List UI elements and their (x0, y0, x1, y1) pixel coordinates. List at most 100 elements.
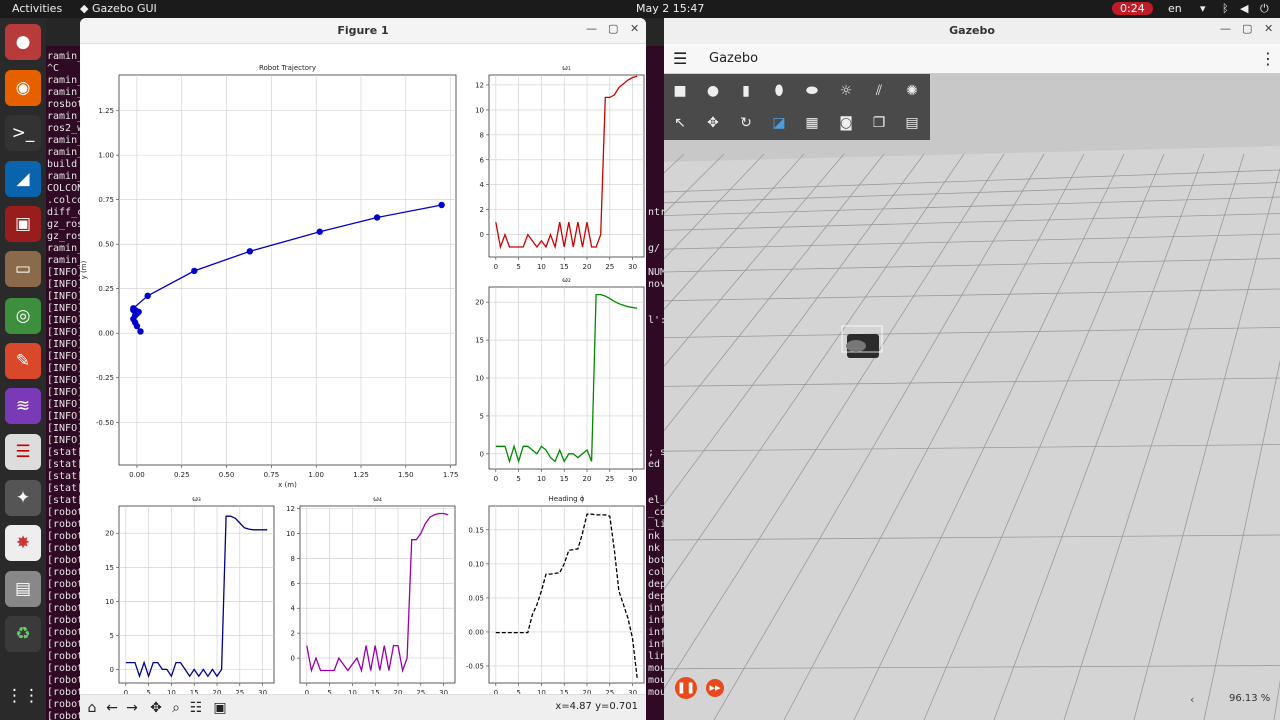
terminal-line: [INFO] (47, 375, 84, 386)
save-icon[interactable]: ▣ (210, 698, 230, 718)
capsule-icon[interactable]: ⬮ (768, 80, 790, 102)
box-icon[interactable]: ■ (669, 80, 691, 102)
terminal-line: bot (648, 555, 664, 566)
rotate-icon[interactable]: ↻ (735, 112, 757, 134)
terminal-line: NUM (648, 267, 664, 278)
activities-button[interactable]: Activities (12, 2, 62, 15)
tick-label: 8 (291, 555, 295, 563)
terminal-line: inf (648, 627, 664, 638)
screenshot-icon[interactable]: ◙ (835, 112, 857, 134)
data-point (130, 305, 137, 312)
gz-close-icon[interactable]: ✕ (1264, 22, 1273, 35)
tick-label: 20 (583, 263, 592, 271)
terminal-line: [INFO] (47, 303, 84, 314)
language-indicator[interactable]: en (1168, 2, 1182, 15)
app-icon[interactable]: ▣ (5, 206, 41, 242)
terminal-line: ramin_ (47, 147, 84, 158)
terminal-line: inf (648, 615, 664, 626)
tick-label: 0.25 (174, 471, 190, 479)
figure-title: Figure 1 (337, 24, 389, 37)
settings-icon[interactable]: ✸ (5, 525, 41, 561)
files-icon[interactable]: ▭ (5, 251, 41, 287)
firefox-icon[interactable]: ◉ (5, 70, 41, 106)
snap-icon[interactable]: ◪ (768, 112, 790, 134)
minimize-icon[interactable]: — (586, 22, 597, 35)
tick-label: 6 (480, 156, 485, 164)
disk-icon[interactable]: ▤ (5, 571, 41, 607)
3d-scene[interactable] (664, 74, 1280, 720)
terminal-line: lin (648, 651, 664, 662)
recorder-icon[interactable]: ● (5, 24, 41, 60)
tick-label: 30 (628, 475, 637, 483)
terminal-line: ed (648, 459, 661, 470)
home-icon[interactable]: ⌂ (82, 698, 102, 718)
tick-label: 4 (480, 181, 485, 189)
gazebo-titlebar[interactable]: Gazebo — ▢ ✕ (664, 18, 1280, 44)
copy-icon[interactable]: ❐ (868, 112, 890, 134)
select-icon[interactable]: ↖ (669, 112, 691, 134)
terminal-line: [robot (47, 651, 84, 662)
pan-icon[interactable]: ✥ (146, 698, 166, 718)
pen-icon[interactable]: ✎ (5, 343, 41, 379)
tick-label: 0.50 (219, 471, 235, 479)
power-icon[interactable]: ⏻ (1260, 2, 1269, 16)
terminal-line: build (47, 159, 78, 170)
cylinder-icon[interactable]: ▮ (735, 80, 757, 102)
sun-icon[interactable]: ☼ (835, 80, 857, 102)
text-editor-icon[interactable]: ☰ (5, 434, 41, 470)
terminal-icon[interactable]: >_ (5, 115, 41, 151)
directional-light-icon[interactable]: ⫽ (868, 80, 890, 102)
terminal-line: g/ (648, 243, 661, 254)
gz-minimize-icon[interactable]: — (1220, 22, 1231, 35)
figure-canvas[interactable]: 0.00 0.25 0.50 0.75 1.00 1.25 1.50 1.75 -0.50 -0.… (80, 44, 646, 694)
maximize-icon[interactable]: ▢ (608, 22, 618, 35)
data-point (144, 292, 151, 300)
app-name[interactable]: ◆ Gazebo GUI (80, 2, 157, 15)
tick-label: 10 (475, 106, 484, 114)
gz-maximize-icon[interactable]: ▢ (1242, 22, 1252, 35)
tick-label: 4 (291, 605, 296, 613)
recording-badge[interactable]: 0:24 (1112, 2, 1153, 15)
vscode-icon[interactable]: ◢ (5, 161, 41, 197)
tick-label: 0.00 (468, 628, 484, 636)
translate-icon[interactable]: ✥ (702, 112, 724, 134)
clock[interactable]: May 2 15:47 (636, 2, 704, 15)
audio-icon[interactable]: ≋ (5, 388, 41, 424)
hamburger-icon[interactable]: ☰ (673, 49, 687, 68)
terminal-line: [robot (47, 603, 84, 614)
step-icon[interactable]: ▸▸ (706, 679, 724, 697)
terminal-line: nk (648, 531, 661, 542)
volume-icon[interactable]: ◀ (1240, 2, 1248, 15)
terminal-line: el_ (648, 495, 664, 506)
terminal-line: ^C (47, 63, 60, 74)
paste-icon[interactable]: ▤ (901, 112, 923, 134)
terminal-line: gz_ros (47, 231, 84, 242)
chrome-icon[interactable]: ◎ (5, 298, 41, 334)
tick-label: 10 (537, 263, 546, 271)
ellipsoid-icon[interactable]: ⬬ (801, 80, 823, 102)
terminal-line: l': (648, 315, 664, 326)
sphere-icon[interactable]: ● (702, 80, 724, 102)
app-grid-icon[interactable]: ⋮⋮ (5, 678, 41, 714)
gazebo-window: Gazebo — ▢ ✕ ☰ Gazebo ⋮ ■ ● ▮ ⬮ ⬬ ☼ ⫽ ✺ … (664, 18, 1280, 720)
forward-icon[interactable]: → (122, 698, 142, 718)
collapse-icon[interactable]: ‹ (1190, 693, 1194, 706)
bluetooth-icon[interactable]: ᛒ (1222, 2, 1229, 15)
configure-icon[interactable]: ☷ (186, 698, 206, 718)
close-icon[interactable]: ✕ (630, 22, 639, 35)
spot-light-icon[interactable]: ✺ (901, 80, 923, 102)
figure-titlebar[interactable]: Figure 1 — ▢ ✕ (80, 18, 646, 44)
back-icon[interactable]: ← (102, 698, 122, 718)
tick-label: 15 (475, 337, 484, 345)
zoom-icon[interactable]: ⌕ (166, 698, 186, 718)
terminal-line: [robot (47, 675, 84, 686)
tick-label: 5 (516, 263, 520, 271)
grid-icon[interactable]: ▦ (801, 112, 823, 134)
trash-icon[interactable]: ♻ (5, 616, 41, 652)
blender-icon[interactable]: ✦ (5, 480, 41, 516)
pause-icon[interactable]: ❚❚ (675, 677, 697, 699)
more-icon[interactable]: ⋮ (1260, 49, 1276, 68)
tick-label: 1.75 (443, 471, 459, 479)
wifi-icon[interactable]: ▾ (1200, 2, 1206, 15)
terminal-line: dep (648, 591, 664, 602)
